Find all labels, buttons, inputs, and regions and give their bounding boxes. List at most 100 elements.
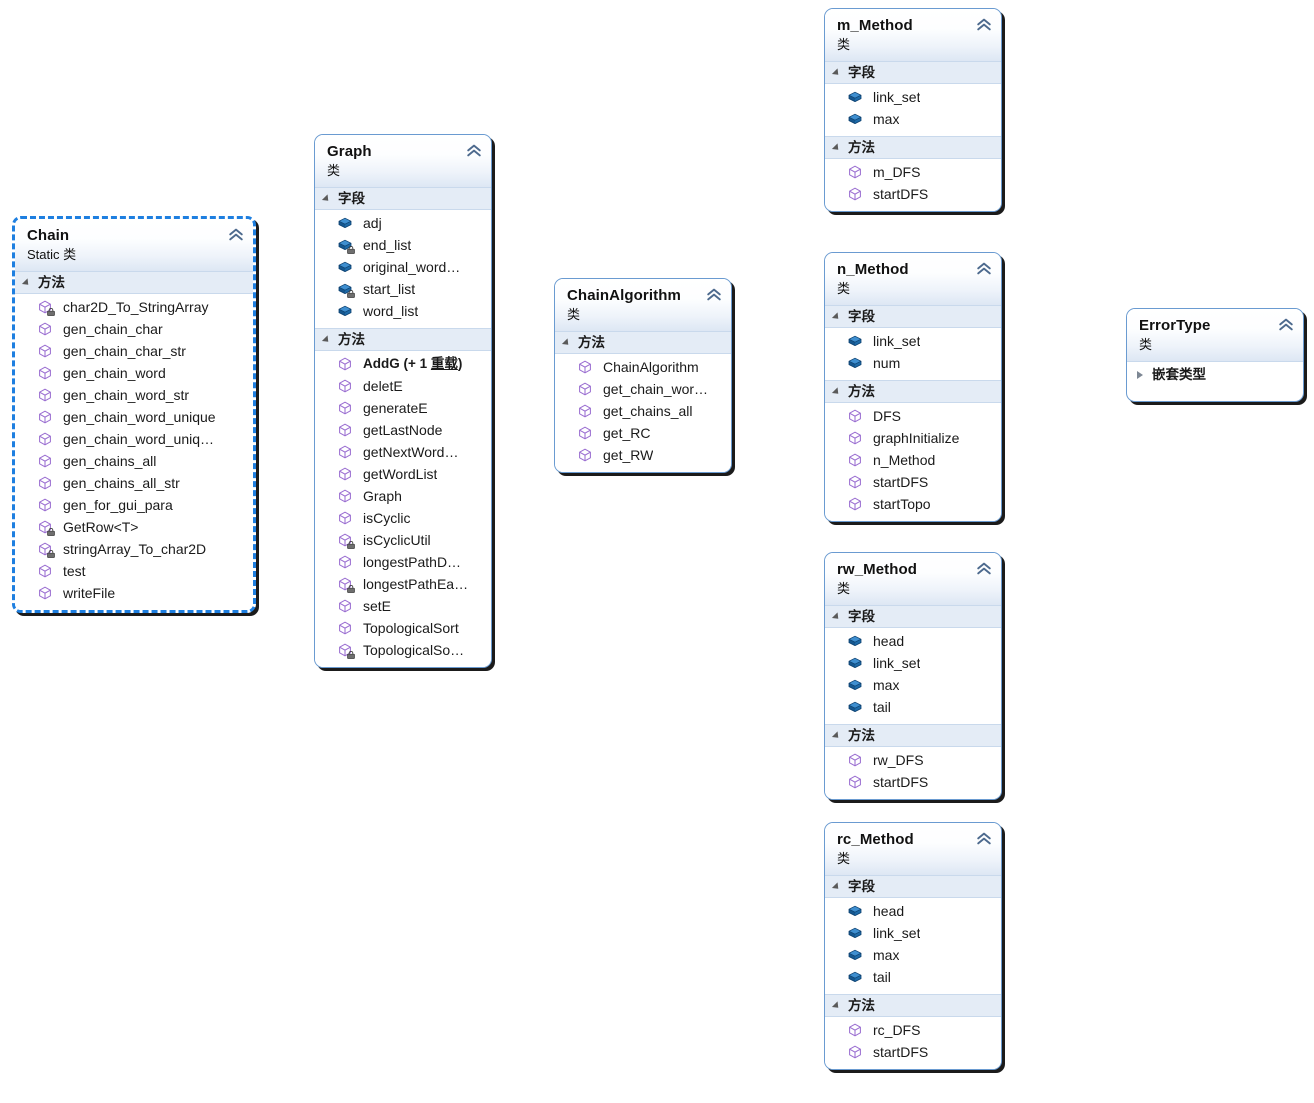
- triangle-expanded-icon[interactable]: [321, 193, 332, 204]
- member-row[interactable]: TopologicalSort: [315, 617, 491, 639]
- chevron-up-icon[interactable]: [976, 562, 992, 576]
- section-header-fields[interactable]: 字段: [315, 187, 491, 210]
- chevron-up-icon[interactable]: [976, 832, 992, 846]
- member-row[interactable]: m_DFS: [825, 161, 1001, 183]
- member-row[interactable]: stringArray_To_char2D: [15, 538, 253, 560]
- triangle-collapsed-icon[interactable]: [1137, 370, 1143, 379]
- member-row[interactable]: n_Method: [825, 449, 1001, 471]
- member-row[interactable]: longestPathEa…: [315, 573, 491, 595]
- member-row[interactable]: tail: [825, 696, 1001, 718]
- member-row[interactable]: link_set: [825, 652, 1001, 674]
- class-header-rw_method[interactable]: rw_Method 类: [825, 553, 1001, 605]
- member-row[interactable]: getLastNode: [315, 419, 491, 441]
- class-header-errortype[interactable]: ErrorType 类: [1127, 309, 1303, 361]
- chevron-up-icon[interactable]: [1278, 318, 1294, 332]
- member-row[interactable]: gen_chain_word_unique: [15, 406, 253, 428]
- class-box-rc_method[interactable]: rc_Method 类字段 head link_set max tail 方法 rc_DFS s…: [824, 822, 1002, 1070]
- triangle-expanded-icon[interactable]: [831, 311, 842, 322]
- member-row[interactable]: start_list: [315, 278, 491, 300]
- class-box-graph[interactable]: Graph 类字段 adj end_list original_word… start_l…: [314, 134, 492, 668]
- class-box-n_method[interactable]: n_Method 类字段 link_set num 方法 DFS graphInitiali…: [824, 252, 1002, 522]
- member-row[interactable]: max: [825, 108, 1001, 130]
- member-row[interactable]: tail: [825, 966, 1001, 988]
- member-row[interactable]: gen_for_gui_para: [15, 494, 253, 516]
- triangle-expanded-icon[interactable]: [831, 1000, 842, 1011]
- member-row[interactable]: generateE: [315, 397, 491, 419]
- member-row[interactable]: Graph: [315, 485, 491, 507]
- triangle-expanded-icon[interactable]: [831, 611, 842, 622]
- member-row[interactable]: gen_chain_word: [15, 362, 253, 384]
- section-header-methods[interactable]: 方法: [825, 724, 1001, 747]
- triangle-expanded-icon[interactable]: [21, 277, 32, 288]
- member-row[interactable]: end_list: [315, 234, 491, 256]
- member-row[interactable]: TopologicalSo…: [315, 639, 491, 661]
- member-row[interactable]: getNextWord…: [315, 441, 491, 463]
- section-header-fields[interactable]: 字段: [825, 875, 1001, 898]
- member-row[interactable]: word_list: [315, 300, 491, 322]
- member-row[interactable]: num: [825, 352, 1001, 374]
- triangle-expanded-icon[interactable]: [831, 67, 842, 78]
- member-row[interactable]: rc_DFS: [825, 1019, 1001, 1041]
- member-row[interactable]: startDFS: [825, 471, 1001, 493]
- member-row[interactable]: get_chain_wor…: [555, 378, 731, 400]
- section-header-methods[interactable]: 方法: [825, 994, 1001, 1017]
- member-row[interactable]: startDFS: [825, 183, 1001, 205]
- triangle-expanded-icon[interactable]: [321, 334, 332, 345]
- member-row[interactable]: get_RC: [555, 422, 731, 444]
- section-header-methods[interactable]: 方法: [15, 271, 253, 294]
- class-box-m_method[interactable]: m_Method 类字段 link_set max 方法 m_DFS startDFS: [824, 8, 1002, 212]
- class-box-chainalgorithm[interactable]: ChainAlgorithm 类方法 ChainAlgorithm get_chain…: [554, 278, 732, 473]
- class-box-errortype[interactable]: ErrorType 类嵌套类型: [1126, 308, 1304, 402]
- member-row[interactable]: get_RW: [555, 444, 731, 466]
- class-header-m_method[interactable]: m_Method 类: [825, 9, 1001, 61]
- chevron-up-icon[interactable]: [706, 288, 722, 302]
- class-box-rw_method[interactable]: rw_Method 类字段 head link_set max tail 方法 rw_DFS s…: [824, 552, 1002, 800]
- member-row[interactable]: link_set: [825, 330, 1001, 352]
- class-header-rc_method[interactable]: rc_Method 类: [825, 823, 1001, 875]
- member-row[interactable]: gen_chains_all_str: [15, 472, 253, 494]
- triangle-expanded-icon[interactable]: [561, 337, 572, 348]
- member-row[interactable]: max: [825, 944, 1001, 966]
- member-row[interactable]: get_chains_all: [555, 400, 731, 422]
- triangle-expanded-icon[interactable]: [831, 730, 842, 741]
- class-header-chainalgorithm[interactable]: ChainAlgorithm 类: [555, 279, 731, 331]
- chevron-up-icon[interactable]: [976, 18, 992, 32]
- member-row[interactable]: graphInitialize: [825, 427, 1001, 449]
- member-row[interactable]: head: [825, 630, 1001, 652]
- member-row[interactable]: max: [825, 674, 1001, 696]
- member-row[interactable]: gen_chain_char_str: [15, 340, 253, 362]
- class-header-graph[interactable]: Graph 类: [315, 135, 491, 187]
- member-row[interactable]: gen_chains_all: [15, 450, 253, 472]
- section-header-fields[interactable]: 字段: [825, 605, 1001, 628]
- member-row[interactable]: startTopo: [825, 493, 1001, 515]
- member-row[interactable]: link_set: [825, 922, 1001, 944]
- chevron-up-icon[interactable]: [466, 144, 482, 158]
- section-header-methods[interactable]: 方法: [315, 328, 491, 351]
- triangle-expanded-icon[interactable]: [831, 142, 842, 153]
- chevron-up-icon[interactable]: [976, 262, 992, 276]
- triangle-expanded-icon[interactable]: [831, 881, 842, 892]
- member-row[interactable]: DFS: [825, 405, 1001, 427]
- member-row[interactable]: original_word…: [315, 256, 491, 278]
- member-row[interactable]: gen_chain_char: [15, 318, 253, 340]
- member-row[interactable]: link_set: [825, 86, 1001, 108]
- member-row[interactable]: head: [825, 900, 1001, 922]
- section-header-fields[interactable]: 字段: [825, 61, 1001, 84]
- triangle-expanded-icon[interactable]: [831, 386, 842, 397]
- member-row[interactable]: writeFile: [15, 582, 253, 604]
- section-header-methods[interactable]: 方法: [825, 136, 1001, 159]
- section-header-fields[interactable]: 字段: [825, 305, 1001, 328]
- class-header-chain[interactable]: Chain Static 类: [15, 219, 253, 271]
- member-row[interactable]: gen_chain_word_uniq…: [15, 428, 253, 450]
- member-row[interactable]: adj: [315, 212, 491, 234]
- member-row[interactable]: gen_chain_word_str: [15, 384, 253, 406]
- member-row[interactable]: ChainAlgorithm: [555, 356, 731, 378]
- member-row[interactable]: GetRow<T>: [15, 516, 253, 538]
- member-row[interactable]: isCyclicUtil: [315, 529, 491, 551]
- member-row[interactable]: setE: [315, 595, 491, 617]
- section-header-methods[interactable]: 方法: [555, 331, 731, 354]
- member-row[interactable]: isCyclic: [315, 507, 491, 529]
- member-row[interactable]: AddG (+ 1 重载): [315, 353, 491, 375]
- member-row[interactable]: rw_DFS: [825, 749, 1001, 771]
- member-row[interactable]: deletE: [315, 375, 491, 397]
